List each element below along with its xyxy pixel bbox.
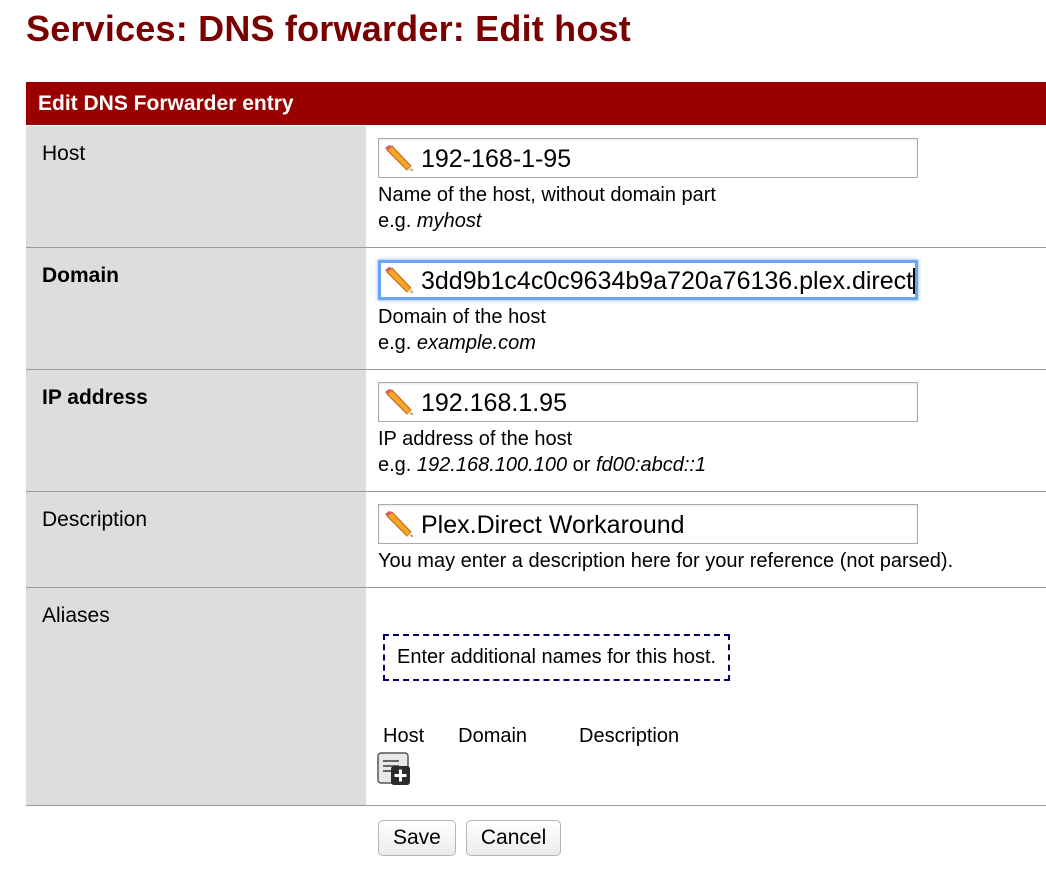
- domain-input[interactable]: 3dd9b1c4c0c9634b9a720a76136.plex.direct: [378, 260, 918, 300]
- domain-value: 3dd9b1c4c0c9634b9a720a76136.plex.direct: [421, 267, 914, 295]
- pencil-icon: [383, 266, 415, 294]
- domain-help: Domain of the host e.g. example.com: [378, 306, 546, 354]
- aliases-col-domain: Domain: [458, 725, 528, 747]
- host-label: Host: [26, 126, 366, 247]
- pencil-icon: [385, 389, 413, 415]
- edit-host-form: Edit DNS Forwarder entry Host 192-168-1-…: [26, 82, 1046, 806]
- save-button[interactable]: Save: [378, 820, 456, 856]
- description-value: Plex.Direct Workaround: [421, 511, 685, 539]
- aliases-col-description: Description: [579, 725, 680, 747]
- add-row-icon[interactable]: [377, 752, 411, 786]
- description-row: Description Plex.Direct Workaround You m…: [26, 492, 1046, 588]
- ip-help: IP address of the host e.g. 192.168.100.…: [378, 428, 707, 476]
- aliases-col-host: Host: [383, 725, 425, 747]
- ip-label: IP address: [26, 370, 366, 491]
- host-value: 192-168-1-95: [421, 145, 572, 173]
- pencil-icon: [385, 511, 413, 537]
- ip-input[interactable]: 192.168.1.95: [378, 382, 918, 422]
- domain-row: Domain 3dd9b1c4c0c9634b9a720a76136.plex.…: [26, 248, 1046, 370]
- aliases-row: Aliases Enter additional names for this …: [26, 588, 1046, 806]
- aliases-label: Aliases: [26, 588, 366, 805]
- domain-label: Domain: [26, 248, 366, 369]
- host-row: Host 192-168-1-95 Name of the host, with…: [26, 126, 1046, 248]
- section-header: Edit DNS Forwarder entry: [26, 82, 1046, 126]
- host-input[interactable]: 192-168-1-95: [378, 138, 918, 178]
- aliases-column-headers: Host Domain Description: [377, 725, 1046, 748]
- cancel-button[interactable]: Cancel: [465, 820, 562, 856]
- text-caret: [913, 268, 915, 294]
- ip-value: 192.168.1.95: [421, 389, 567, 417]
- description-help: You may enter a description here for you…: [378, 550, 954, 572]
- description-input[interactable]: Plex.Direct Workaround: [378, 504, 918, 544]
- description-label: Description: [26, 492, 366, 587]
- ip-row: IP address 192.168.1.95 IP address of th…: [26, 370, 1046, 492]
- form-buttons: Save Cancel: [378, 820, 562, 856]
- page-title: Services: DNS forwarder: Edit host: [26, 8, 631, 49]
- aliases-info-box: Enter additional names for this host.: [383, 634, 731, 681]
- pencil-icon: [385, 145, 413, 171]
- host-help: Name of the host, without domain part e.…: [378, 184, 716, 232]
